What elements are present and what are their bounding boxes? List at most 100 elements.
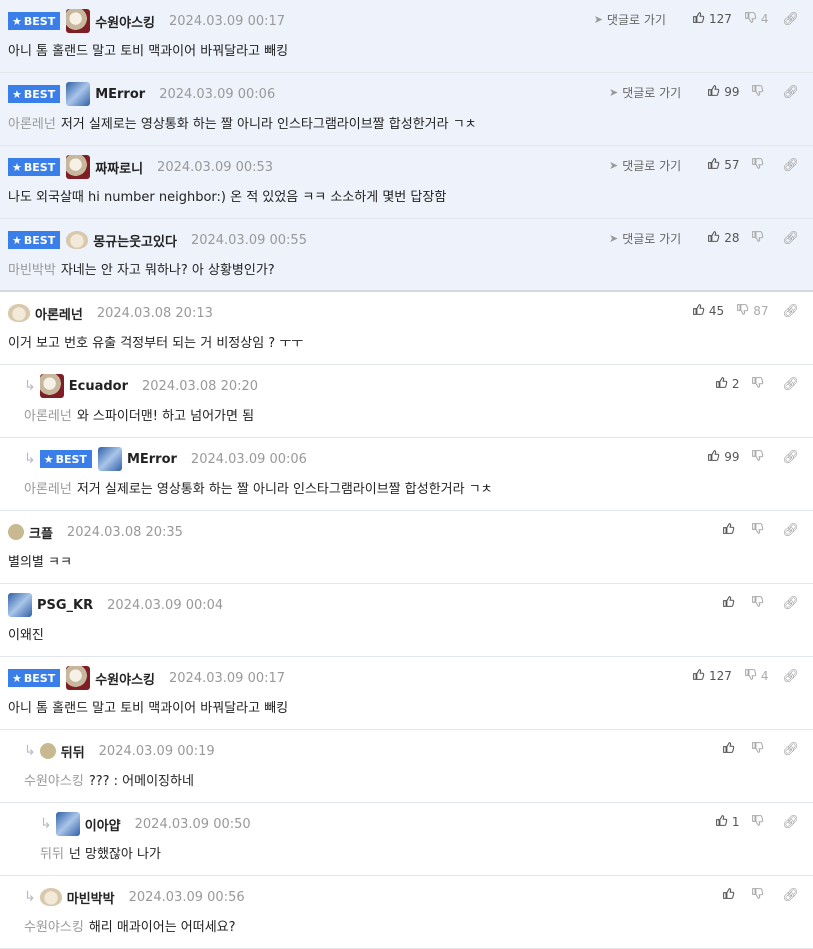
author-name[interactable]: 뒤뒤 bbox=[61, 742, 85, 761]
author-name[interactable]: MError bbox=[95, 87, 145, 102]
best-badge: ★ BEST bbox=[8, 669, 61, 687]
upvote-button[interactable]: 57 bbox=[707, 157, 739, 173]
downvote-button[interactable] bbox=[751, 595, 768, 611]
link-icon[interactable]: 🔗︎ bbox=[782, 12, 799, 27]
link-icon[interactable]: 🔗︎ bbox=[782, 523, 799, 538]
upvote-button[interactable]: 28 bbox=[707, 230, 739, 246]
avatar[interactable] bbox=[97, 447, 122, 471]
author-name[interactable]: 몽규는웃고있다 bbox=[93, 231, 177, 250]
avatar[interactable] bbox=[8, 304, 30, 322]
upvote-button[interactable]: 99 bbox=[707, 84, 739, 100]
link-icon[interactable]: 🔗︎ bbox=[782, 815, 799, 830]
thumbs-down-icon bbox=[751, 814, 768, 830]
comment-actions: 45 87 🔗︎ bbox=[680, 302, 799, 320]
upvote-button[interactable] bbox=[722, 522, 739, 538]
link-icon[interactable]: 🔗︎ bbox=[782, 596, 799, 611]
upvote-button[interactable]: 1 bbox=[715, 814, 739, 830]
comment-date: 2024.03.09 00:06 bbox=[159, 86, 276, 102]
author-name[interactable]: 수원야스킹 bbox=[95, 669, 155, 688]
thumbs-up-icon bbox=[707, 449, 724, 465]
link-icon[interactable]: 🔗︎ bbox=[782, 231, 799, 246]
avatar[interactable] bbox=[39, 743, 56, 759]
author-name[interactable]: 크플 bbox=[29, 523, 53, 542]
mention-name[interactable]: 마빈박박 bbox=[8, 263, 56, 278]
upvote-button[interactable] bbox=[722, 741, 739, 757]
downvote-button[interactable]: 87 bbox=[736, 303, 768, 319]
link-icon[interactable]: 🔗︎ bbox=[782, 304, 799, 319]
comment-date: 2024.03.09 00:17 bbox=[169, 670, 286, 686]
mention-name[interactable]: 아론레넌 bbox=[8, 117, 56, 132]
go-to-reply-link[interactable]: ➤ 댓글로 가기 bbox=[609, 157, 681, 174]
go-to-reply-link[interactable]: ➤ 댓글로 가기 bbox=[594, 11, 666, 28]
send-icon: ➤ bbox=[608, 158, 619, 172]
avatar[interactable] bbox=[39, 374, 64, 398]
go-to-reply-link[interactable]: ➤ 댓글로 가기 bbox=[609, 230, 681, 247]
upvote-button[interactable]: 127 bbox=[692, 668, 732, 684]
comment-text: 아니 톰 홀랜드 말고 토비 맥과이어 바꿔달라고 빼킹 bbox=[8, 44, 289, 59]
downvote-button[interactable]: 4 bbox=[744, 668, 768, 684]
author-name[interactable]: MError bbox=[127, 452, 177, 467]
comment-header: ↳ ★ BEST MError 2024.03.09 00:06 bbox=[24, 447, 307, 471]
avatar[interactable] bbox=[66, 9, 91, 33]
downvote-button[interactable] bbox=[751, 814, 768, 830]
author-name[interactable]: 마빈박박 bbox=[67, 888, 115, 907]
avatar[interactable] bbox=[66, 82, 91, 106]
avatar[interactable] bbox=[39, 888, 62, 906]
upvote-button[interactable]: 99 bbox=[707, 449, 739, 465]
comment-text: 자네는 안 자고 뭐하나? 아 상황병인가? bbox=[60, 263, 275, 278]
reply-arrow-icon: ↳ bbox=[24, 889, 36, 905]
avatar[interactable] bbox=[8, 593, 32, 617]
star-icon: ★ bbox=[12, 160, 22, 174]
downvote-button[interactable] bbox=[751, 230, 768, 246]
author-name[interactable]: 수원야스킹 bbox=[95, 12, 155, 31]
upvote-count: 57 bbox=[724, 158, 740, 172]
author-name[interactable]: 이아얍 bbox=[85, 815, 121, 834]
mention-name[interactable]: 아론레넌 bbox=[24, 482, 72, 497]
link-icon[interactable]: 🔗︎ bbox=[782, 888, 799, 903]
upvote-button[interactable]: 2 bbox=[715, 376, 739, 392]
mention-name[interactable]: 뒤뒤 bbox=[40, 847, 64, 862]
upvote-button[interactable] bbox=[722, 595, 739, 611]
downvote-button[interactable]: 4 bbox=[744, 11, 768, 27]
downvote-button[interactable] bbox=[751, 449, 768, 465]
author-name[interactable]: PSG_KR bbox=[37, 598, 93, 613]
mention-name[interactable]: 아론레넌 bbox=[24, 409, 72, 424]
comment-body: 수원야스킹 해리 매과이어는 어떠세요? bbox=[24, 916, 236, 935]
author-name[interactable]: Ecuador bbox=[69, 379, 128, 394]
downvote-button[interactable] bbox=[751, 157, 768, 173]
avatar[interactable] bbox=[55, 812, 80, 836]
upvote-button[interactable]: 127 bbox=[692, 11, 732, 27]
link-icon[interactable]: 🔗︎ bbox=[782, 450, 799, 465]
author-name[interactable]: 짜짜로니 bbox=[95, 158, 143, 177]
link-icon[interactable]: 🔗︎ bbox=[782, 669, 799, 684]
comment-item: ↳ 마빈박박 2024.03.09 00:56 🔗︎ 수원야스킹 해리 매과이어는 어떠세… bbox=[0, 876, 813, 949]
downvote-button[interactable] bbox=[751, 887, 768, 903]
link-icon[interactable]: 🔗︎ bbox=[782, 377, 799, 392]
upvote-button[interactable] bbox=[722, 887, 739, 903]
downvote-button[interactable] bbox=[751, 376, 768, 392]
link-icon[interactable]: 🔗︎ bbox=[782, 85, 799, 100]
link-icon[interactable]: 🔗︎ bbox=[782, 158, 799, 173]
mention-name[interactable]: 수원야스킹 bbox=[24, 774, 84, 789]
comment-date: 2024.03.08 20:13 bbox=[96, 305, 213, 321]
link-icon[interactable]: 🔗︎ bbox=[782, 742, 799, 757]
avatar[interactable] bbox=[66, 231, 89, 249]
avatar[interactable] bbox=[66, 155, 91, 179]
avatar[interactable] bbox=[8, 524, 24, 540]
comment-body: 아니 톰 홀랜드 말고 토비 맥과이어 바꿔달라고 빼킹 bbox=[8, 40, 288, 59]
downvote-button[interactable] bbox=[751, 741, 768, 757]
downvote-button[interactable] bbox=[751, 84, 768, 100]
thumbs-up-icon bbox=[715, 376, 732, 392]
mention-name[interactable]: 수원야스킹 bbox=[24, 920, 84, 935]
reply-arrow-icon: ↳ bbox=[24, 451, 36, 467]
comment-item: ★ BEST 몽규는웃고있다 2024.03.09 00:55 ➤ 댓글로 가기 28 🔗︎ 마… bbox=[0, 219, 813, 292]
author-name[interactable]: 아론레넌 bbox=[35, 304, 83, 323]
comment-item: ★ BEST 짜짜로니 2024.03.09 00:53 ➤ 댓글로 가기 57 🔗︎ 나도 외… bbox=[0, 146, 813, 219]
avatar[interactable] bbox=[66, 666, 91, 690]
downvote-button[interactable] bbox=[751, 522, 768, 538]
comment-date: 2024.03.09 00:19 bbox=[98, 743, 215, 759]
upvote-button[interactable]: 45 bbox=[692, 303, 724, 319]
thumbs-up-icon bbox=[722, 887, 739, 903]
go-to-reply-link[interactable]: ➤ 댓글로 가기 bbox=[609, 84, 681, 101]
best-label: BEST bbox=[23, 87, 56, 101]
